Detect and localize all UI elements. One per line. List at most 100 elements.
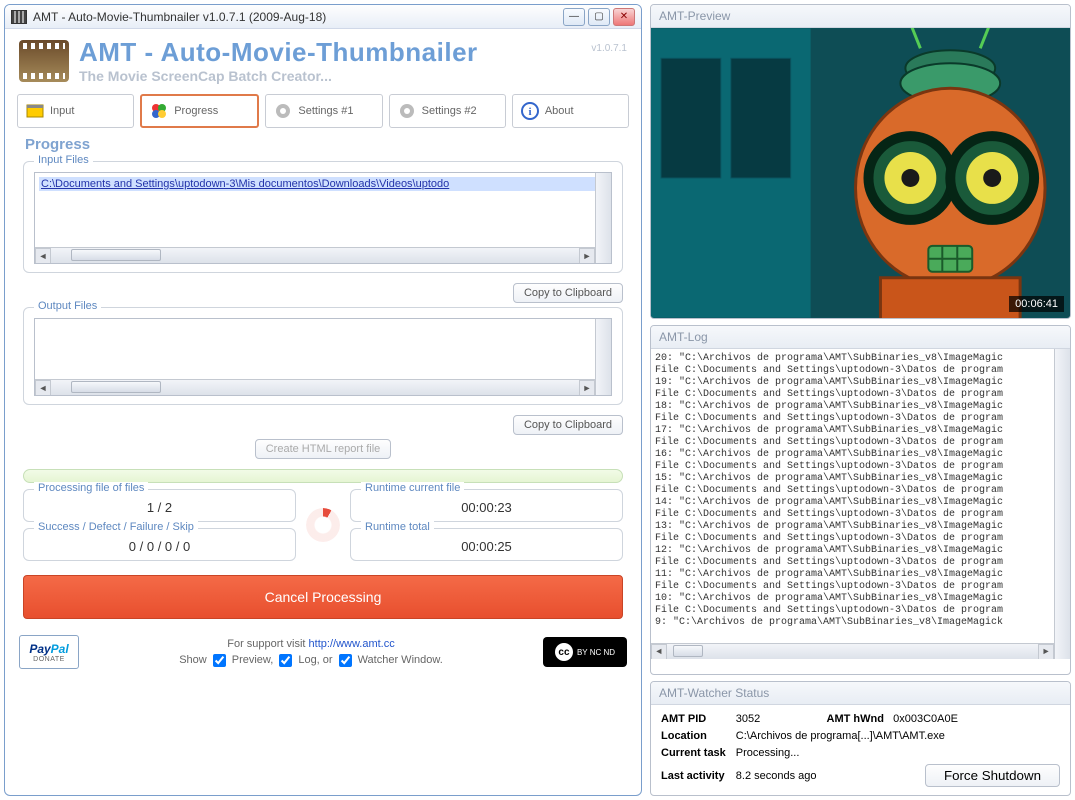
progress-icon	[150, 102, 168, 120]
hwnd-label: AMT hWnd	[827, 713, 884, 725]
log-line: File C:\Documents and Settings\uptodown-…	[655, 533, 1052, 545]
output-files-group: Output Files ◄ ►	[23, 307, 623, 405]
scroll-right-icon[interactable]: ►	[579, 380, 595, 396]
processing-files-legend: Processing file of files	[34, 482, 148, 494]
close-button[interactable]: ✕	[613, 8, 635, 26]
cancel-processing-button[interactable]: Cancel Processing	[23, 575, 623, 619]
tab-settings1[interactable]: Settings #1	[265, 94, 382, 128]
copy-input-button[interactable]: Copy to Clipboard	[513, 283, 623, 303]
input-files-legend: Input Files	[34, 154, 93, 166]
scroll-thumb[interactable]	[71, 249, 161, 261]
horizontal-scrollbar[interactable]: ◄ ►	[35, 379, 595, 395]
vertical-scrollbar[interactable]	[1054, 349, 1070, 659]
tab-progress[interactable]: Progress	[140, 94, 259, 128]
vertical-scrollbar[interactable]	[595, 319, 611, 395]
input-files-list[interactable]: C:\Documents and Settings\uptodown-3\Mis…	[34, 172, 612, 264]
horizontal-scrollbar[interactable]: ◄ ►	[651, 643, 1054, 659]
log-line: File C:\Documents and Settings\uptodown-…	[655, 461, 1052, 473]
scroll-right-icon[interactable]: ►	[1038, 644, 1054, 660]
tab-about[interactable]: i About	[512, 94, 629, 128]
log-panel-title: AMT-Log	[651, 326, 1070, 349]
hwnd-value: 0x003C0A0E	[893, 713, 958, 725]
watcher-checkbox-label: Watcher Window.	[358, 654, 443, 666]
runtime-total-value: 00:00:25	[359, 539, 614, 554]
banner-subtitle: The Movie ScreenCap Batch Creator...	[79, 68, 581, 84]
titlebar[interactable]: AMT - Auto-Movie-Thumbnailer v1.0.7.1 (2…	[5, 5, 641, 29]
info-icon: i	[521, 102, 539, 120]
watcher-checkbox[interactable]	[339, 654, 352, 667]
log-line: 16: "C:\Archivos de programa\AMT\SubBina…	[655, 449, 1052, 461]
tab-input[interactable]: Input	[17, 94, 134, 128]
log-line: 9: "C:\Archivos de programa\AMT\SubBinar…	[655, 617, 1052, 629]
scroll-right-icon[interactable]: ►	[579, 248, 595, 264]
log-line: 12: "C:\Archivos de programa\AMT\SubBina…	[655, 545, 1052, 557]
scroll-left-icon[interactable]: ◄	[35, 248, 51, 264]
tab-input-label: Input	[50, 105, 74, 117]
paypal-donate-button[interactable]: PayPal DONATE	[19, 635, 79, 669]
svg-text:i: i	[528, 106, 531, 118]
vertical-scrollbar[interactable]	[595, 173, 611, 263]
runtime-current-legend: Runtime current file	[361, 482, 464, 494]
create-report-button[interactable]: Create HTML report file	[255, 439, 392, 459]
preview-timestamp: 00:06:41	[1009, 296, 1064, 312]
banner-version: v1.0.7.1	[591, 43, 627, 54]
log-textarea[interactable]: 20: "C:\Archivos de programa\AMT\SubBina…	[651, 349, 1070, 659]
progress-bar	[23, 469, 623, 483]
app-icon	[11, 10, 27, 24]
task-label: Current task	[661, 747, 726, 759]
scroll-left-icon[interactable]: ◄	[651, 644, 667, 660]
preview-panel: AMT-Preview	[650, 4, 1071, 319]
input-file-item[interactable]: C:\Documents and Settings\uptodown-3\Mis…	[39, 177, 607, 191]
section-title: Progress	[5, 132, 641, 157]
app-banner: AMT - Auto-Movie-Thumbnailer The Movie S…	[5, 29, 641, 86]
log-line: 17: "C:\Archivos de programa\AMT\SubBina…	[655, 425, 1052, 437]
cc-license-badge[interactable]: cc BY NC ND	[543, 637, 627, 667]
log-line: 10: "C:\Archivos de programa\AMT\SubBina…	[655, 593, 1052, 605]
input-icon	[26, 102, 44, 120]
scroll-thumb[interactable]	[71, 381, 161, 393]
minimize-button[interactable]: —	[563, 8, 585, 26]
tab-settings1-label: Settings #1	[298, 105, 353, 117]
window-title: AMT - Auto-Movie-Thumbnailer v1.0.7.1 (2…	[33, 10, 557, 24]
log-line: 15: "C:\Archivos de programa\AMT\SubBina…	[655, 473, 1052, 485]
runtime-total-group: Runtime total 00:00:25	[350, 528, 623, 561]
log-line: File C:\Documents and Settings\uptodown-…	[655, 605, 1052, 617]
sdf-legend: Success / Defect / Failure / Skip	[34, 521, 198, 533]
task-value: Processing...	[736, 747, 1060, 759]
force-shutdown-button[interactable]: Force Shutdown	[925, 764, 1060, 787]
scroll-left-icon[interactable]: ◄	[35, 380, 51, 396]
watcher-panel: AMT-Watcher Status AMT PID 3052 AMT hWnd…	[650, 681, 1071, 796]
watcher-panel-title: AMT-Watcher Status	[651, 682, 1070, 705]
log-line: 18: "C:\Archivos de programa\AMT\SubBina…	[655, 401, 1052, 413]
copy-output-button[interactable]: Copy to Clipboard	[513, 415, 623, 435]
horizontal-scrollbar[interactable]: ◄ ►	[35, 247, 595, 263]
donate-label: DONATE	[33, 656, 65, 663]
gear-icon	[274, 102, 292, 120]
preview-checkbox-label: Preview,	[232, 654, 274, 666]
scroll-thumb[interactable]	[673, 645, 703, 657]
log-line: 14: "C:\Archivos de programa\AMT\SubBina…	[655, 497, 1052, 509]
tab-progress-label: Progress	[174, 105, 218, 117]
log-line: File C:\Documents and Settings\uptodown-…	[655, 581, 1052, 593]
log-line: File C:\Documents and Settings\uptodown-…	[655, 557, 1052, 569]
input-files-group: Input Files C:\Documents and Settings\up…	[23, 161, 623, 273]
log-checkbox[interactable]	[279, 654, 292, 667]
tab-settings2-label: Settings #2	[422, 105, 477, 117]
runtime-current-group: Runtime current file 00:00:23	[350, 489, 623, 522]
log-line: File C:\Documents and Settings\uptodown-…	[655, 365, 1052, 377]
preview-checkbox[interactable]	[213, 654, 226, 667]
preview-frame: 00:06:41	[651, 28, 1070, 318]
tab-settings2[interactable]: Settings #2	[389, 94, 506, 128]
cc-text: BY NC ND	[577, 648, 615, 657]
pid-value: 3052	[736, 713, 817, 725]
log-line: 19: "C:\Archivos de programa\AMT\SubBina…	[655, 377, 1052, 389]
log-checkbox-label: Log, or	[298, 654, 332, 666]
log-line: 11: "C:\Archivos de programa\AMT\SubBina…	[655, 569, 1052, 581]
output-files-list[interactable]: ◄ ►	[34, 318, 612, 396]
sdf-value: 0 / 0 / 0 / 0	[32, 539, 287, 554]
support-link[interactable]: http://www.amt.cc	[309, 638, 395, 650]
activity-label: Last activity	[661, 770, 726, 782]
pid-label: AMT PID	[661, 713, 726, 725]
maximize-button[interactable]: ▢	[588, 8, 610, 26]
show-label: Show	[179, 654, 207, 666]
